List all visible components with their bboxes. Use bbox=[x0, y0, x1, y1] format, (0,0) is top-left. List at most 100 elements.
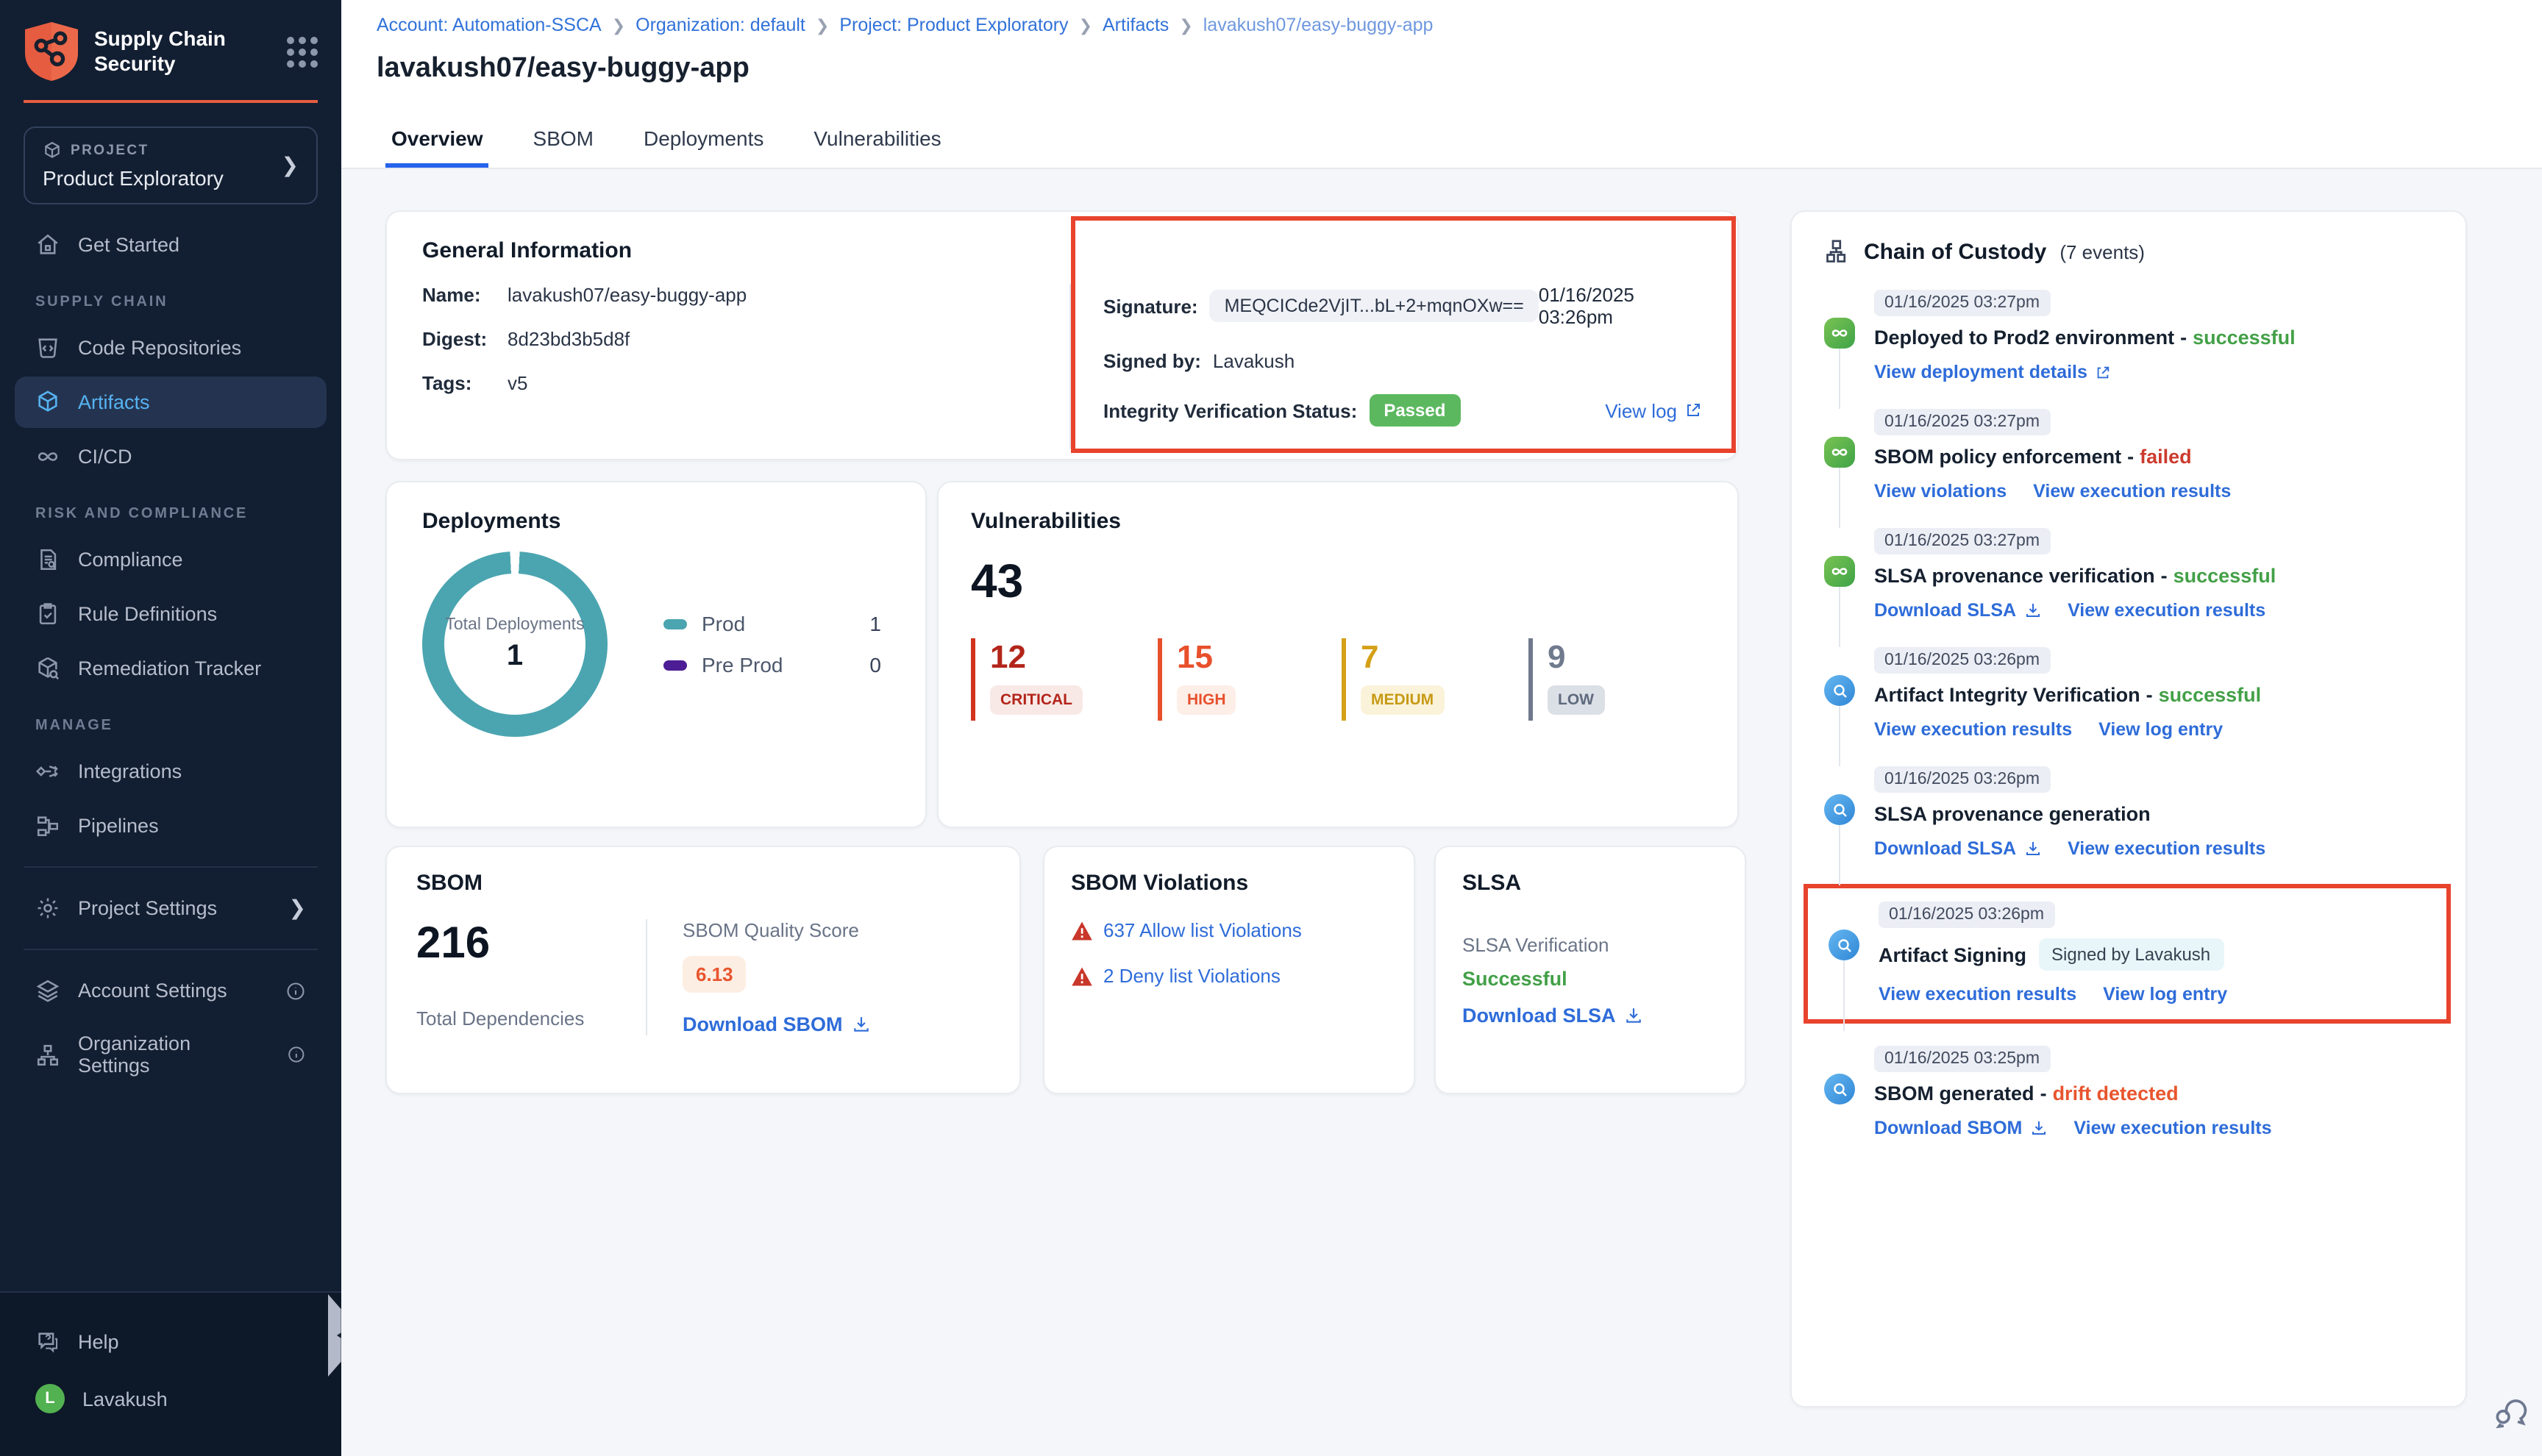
view-log-entry-link[interactable]: View log entry bbox=[2098, 719, 2223, 740]
deny-list-violations: 2 Deny list Violations bbox=[1071, 965, 1387, 987]
deployment-event-icon bbox=[1824, 437, 1855, 468]
card-title: General Information bbox=[422, 238, 1702, 263]
view-violations-link[interactable]: View violations bbox=[1874, 481, 2007, 502]
breadcrumb: Account: Automation-SSCA ❯ Organization:… bbox=[341, 0, 2542, 35]
sidebar-user[interactable]: L Lavakush bbox=[15, 1371, 327, 1427]
download-icon bbox=[2023, 602, 2041, 619]
event-title: Artifact Signing bbox=[1879, 943, 2026, 966]
view-deployment-details-link[interactable]: View deployment details bbox=[1874, 362, 2111, 382]
severity-low[interactable]: 9 LOW bbox=[1528, 638, 1690, 721]
sidebar-item-organization-settings[interactable]: Organization Settings bbox=[15, 1019, 327, 1090]
card-title: SBOM bbox=[416, 871, 990, 896]
chain-event-slsa-verification: 01/16/2025 03:27pm SLSA provenance verif… bbox=[1824, 527, 2433, 621]
box-wrench-icon bbox=[35, 656, 60, 681]
sidebar-item-pipelines[interactable]: Pipelines bbox=[15, 800, 327, 852]
support-chat-icon[interactable] bbox=[2492, 1391, 2530, 1430]
view-execution-results-link[interactable]: View execution results bbox=[2068, 838, 2265, 859]
signed-by-badge: Signed by Lavakush bbox=[2038, 938, 2224, 971]
view-execution-results-link[interactable]: View execution results bbox=[2073, 1118, 2271, 1138]
donut-center-value: 1 bbox=[507, 640, 523, 674]
sidebar-divider bbox=[24, 866, 318, 868]
legend-item-preprod[interactable]: Pre Prod 0 bbox=[663, 653, 890, 677]
sidebar-item-project-settings[interactable]: Project Settings ❯ bbox=[15, 882, 327, 934]
view-execution-results-link[interactable]: View execution results bbox=[2033, 481, 2231, 502]
scan-event-icon bbox=[1824, 794, 1855, 825]
sidebar-item-help[interactable]: Help bbox=[15, 1316, 327, 1368]
sidebar: Supply ChainSecurity PROJECT Product Exp… bbox=[0, 0, 341, 1456]
view-execution-results-link[interactable]: View execution results bbox=[1879, 984, 2076, 1004]
app-root: Supply ChainSecurity PROJECT Product Exp… bbox=[0, 0, 2542, 1456]
card-title: Vulnerabilities bbox=[971, 509, 1705, 534]
breadcrumb-current: lavakush07/easy-buggy-app bbox=[1203, 15, 1434, 35]
download-slsa-link[interactable]: Download SLSA bbox=[1462, 1004, 1718, 1027]
tab-overview[interactable]: Overview bbox=[385, 112, 489, 168]
view-log-link[interactable]: View log bbox=[1605, 399, 1702, 421]
event-status: successful bbox=[2173, 565, 2276, 587]
vulnerabilities-card: Vulnerabilities 43 12 CRITICAL 15 HIGH 7… bbox=[937, 481, 1739, 828]
breadcrumb-organization[interactable]: Organization: default bbox=[636, 15, 805, 35]
external-link-icon bbox=[2095, 364, 2111, 380]
page-title: lavakush07/easy-buggy-app bbox=[341, 35, 2542, 85]
info-icon[interactable] bbox=[285, 980, 306, 1001]
event-title: SBOM generated bbox=[1874, 1082, 2034, 1105]
view-execution-results-link[interactable]: View execution results bbox=[1874, 719, 2072, 740]
main-content: General Information Name: lavakush07/eas… bbox=[341, 169, 2542, 1456]
legend-item-prod[interactable]: Prod 1 bbox=[663, 612, 890, 635]
sidebar-item-account-settings[interactable]: Account Settings bbox=[15, 965, 327, 1016]
event-timestamp: 01/16/2025 03:26pm bbox=[1874, 647, 2050, 674]
event-status: successful bbox=[2193, 326, 2296, 349]
tab-bar: Overview SBOM Deployments Vulnerabilitie… bbox=[341, 112, 947, 168]
document-search-icon bbox=[35, 547, 60, 572]
severity-medium[interactable]: 7 MEDIUM bbox=[1342, 638, 1528, 721]
sidebar-item-integrations[interactable]: Integrations bbox=[15, 746, 327, 797]
org-tree-gear-icon bbox=[35, 1042, 60, 1067]
sidebar-item-rule-definitions[interactable]: Rule Definitions bbox=[15, 588, 327, 640]
breadcrumb-artifacts[interactable]: Artifacts bbox=[1103, 15, 1169, 35]
signature-value[interactable]: MEQCICde2VjIT...bL+2+mqnOXw== bbox=[1210, 290, 1539, 322]
slsa-status: Successful bbox=[1462, 968, 1718, 990]
home-icon bbox=[35, 232, 60, 257]
tab-sbom[interactable]: SBOM bbox=[527, 112, 599, 168]
event-title: Artifact Integrity Verification bbox=[1874, 684, 2140, 706]
event-timestamp: 01/16/2025 03:27pm bbox=[1874, 409, 2050, 435]
brand-divider bbox=[24, 100, 318, 103]
download-slsa-link[interactable]: Download SLSA bbox=[1874, 838, 2041, 859]
app-logo-shield-icon bbox=[24, 21, 79, 82]
severity-critical[interactable]: 12 CRITICAL bbox=[971, 638, 1158, 721]
project-selector[interactable]: PROJECT Product Exploratory ❯ bbox=[24, 126, 318, 204]
donut-center-label: Total Deployments bbox=[445, 615, 584, 637]
sidebar-item-get-started[interactable]: Get Started bbox=[15, 219, 327, 271]
download-slsa-link[interactable]: Download SLSA bbox=[1874, 600, 2041, 621]
breadcrumb-account[interactable]: Account: Automation-SSCA bbox=[377, 15, 602, 35]
view-log-entry-link[interactable]: View log entry bbox=[2103, 984, 2227, 1004]
severity-high[interactable]: 15 HIGH bbox=[1158, 638, 1342, 721]
external-link-icon bbox=[1684, 402, 1702, 419]
download-sbom-link[interactable]: Download SBOM bbox=[683, 1013, 871, 1035]
tab-deployments[interactable]: Deployments bbox=[638, 112, 769, 168]
sidebar-item-code-repositories[interactable]: Code Repositories bbox=[15, 322, 327, 374]
card-title: SBOM Violations bbox=[1071, 871, 1387, 896]
warning-icon bbox=[1071, 966, 1093, 986]
event-status: failed bbox=[2140, 446, 2192, 468]
event-status: drift detected bbox=[2053, 1082, 2179, 1105]
sidebar-item-remediation-tracker[interactable]: Remediation Tracker bbox=[15, 643, 327, 694]
download-icon bbox=[2023, 840, 2041, 857]
sbom-quality-label: SBOM Quality Score bbox=[683, 919, 871, 941]
project-name: Product Exploratory bbox=[43, 166, 282, 190]
chain-event-sbom-generated: 01/16/2025 03:25pm SBOM generated - drif… bbox=[1824, 1044, 2433, 1138]
chain-events-count: (7 events) bbox=[2059, 240, 2145, 263]
download-sbom-link[interactable]: Download SBOM bbox=[1874, 1118, 2047, 1138]
sidebar-item-artifacts[interactable]: Artifacts bbox=[15, 377, 327, 428]
info-icon[interactable] bbox=[287, 1044, 306, 1065]
tab-vulnerabilities[interactable]: Vulnerabilities bbox=[808, 112, 947, 168]
sidebar-section-manage: MANAGE bbox=[0, 697, 341, 743]
field-name: Name: lavakush07/easy-buggy-app bbox=[422, 284, 1069, 306]
sidebar-item-compliance[interactable]: Compliance bbox=[15, 534, 327, 585]
allow-list-violations: 637 Allow list Violations bbox=[1071, 919, 1387, 941]
card-title: SLSA bbox=[1462, 871, 1718, 896]
view-execution-results-link[interactable]: View execution results bbox=[2068, 600, 2265, 621]
breadcrumb-project[interactable]: Project: Product Exploratory bbox=[839, 15, 1068, 35]
sidebar-item-cicd[interactable]: CI/CD bbox=[15, 431, 327, 482]
event-title: SBOM policy enforcement bbox=[1874, 446, 2121, 468]
app-switcher-icon[interactable] bbox=[287, 36, 318, 67]
